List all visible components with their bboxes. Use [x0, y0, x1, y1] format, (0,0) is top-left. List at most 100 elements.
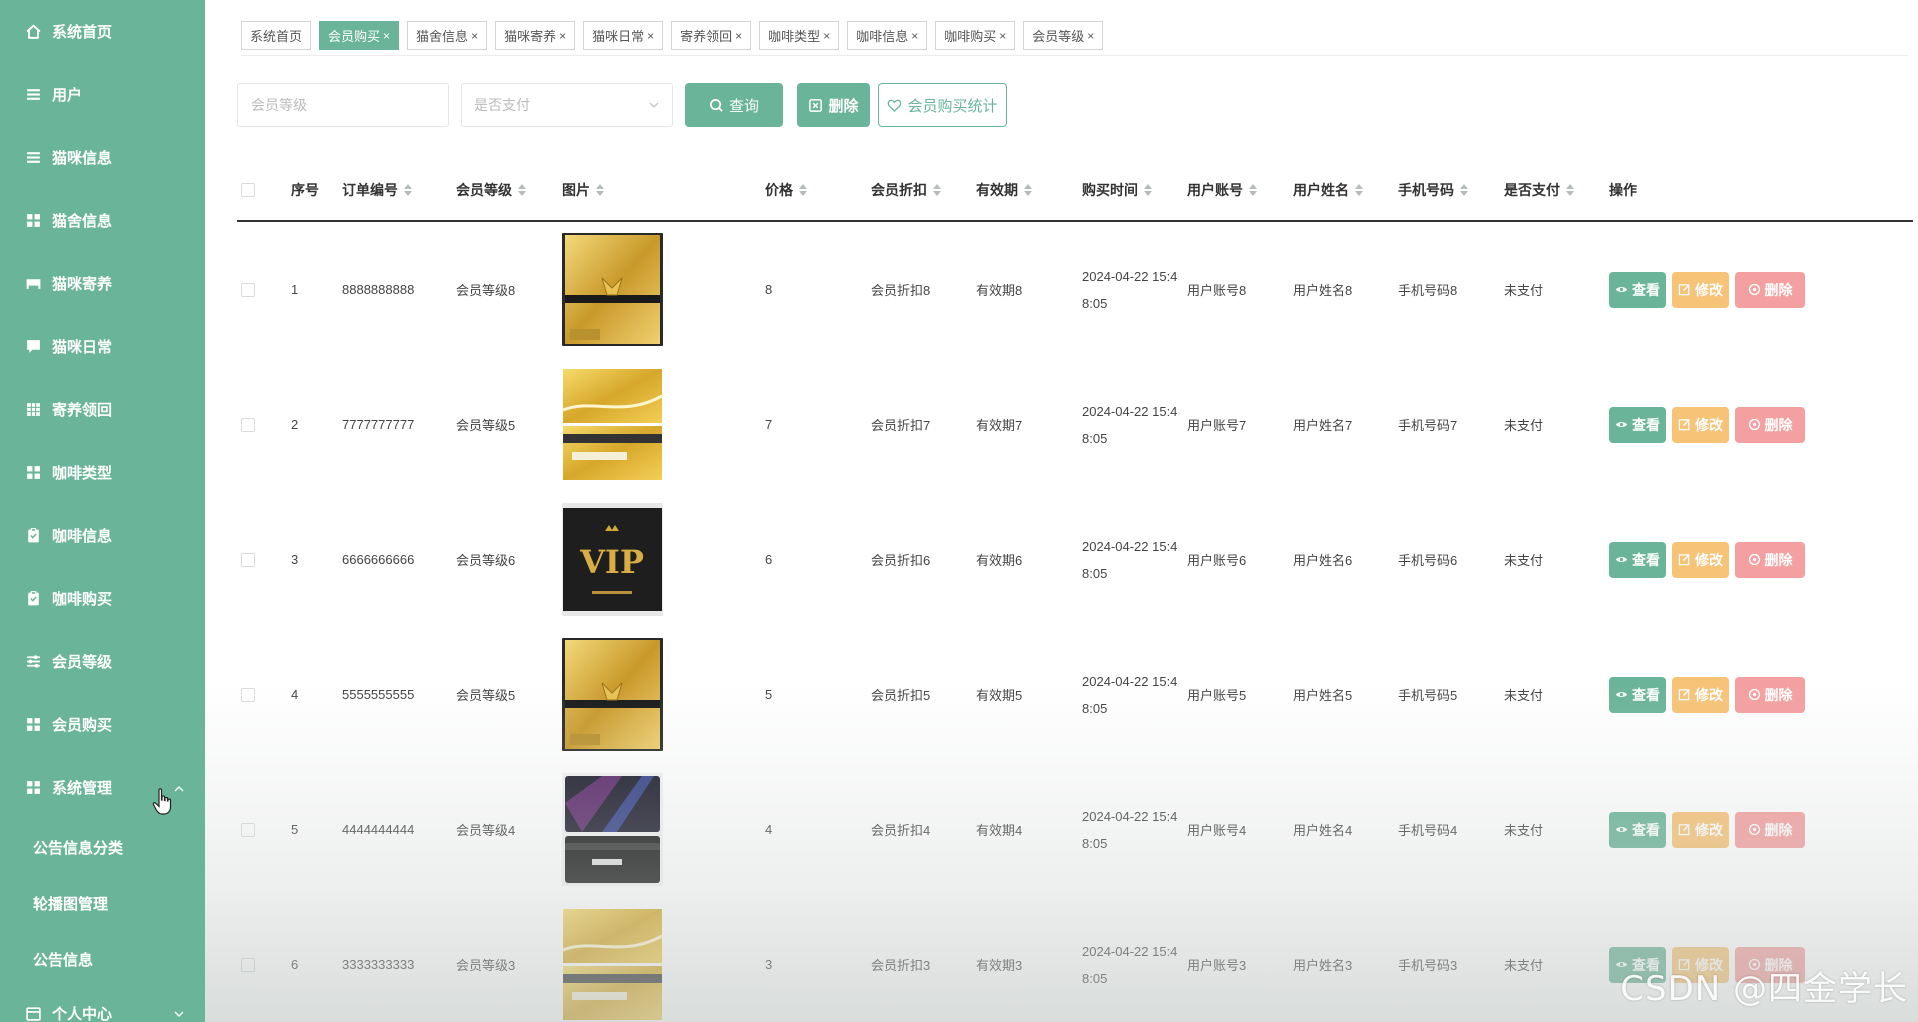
column-header[interactable]: 手机号码 — [1398, 180, 1504, 200]
tab-6[interactable]: 咖啡类型 × — [759, 21, 840, 50]
table-cell — [562, 368, 765, 481]
row-checkbox[interactable] — [237, 552, 291, 567]
sidebar-item-10[interactable]: 会员等级 — [0, 630, 205, 693]
sidebar-item-7[interactable]: 咖啡类型 — [0, 441, 205, 504]
tab-9[interactable]: 会员等级 × — [1023, 21, 1104, 50]
card-image[interactable] — [562, 908, 663, 1021]
sort-caret-icon[interactable] — [596, 184, 604, 196]
sidebar-item-system[interactable]: 系统管理 — [0, 756, 205, 819]
sidebar-item-6[interactable]: 寄养领回 — [0, 378, 205, 441]
sort-caret-icon[interactable] — [404, 184, 412, 196]
sort-caret-icon[interactable] — [1460, 184, 1468, 196]
tab-5[interactable]: 寄养领回 × — [671, 21, 752, 50]
card-image[interactable] — [562, 773, 663, 886]
column-header[interactable]: 有效期 — [976, 180, 1082, 200]
tab-3[interactable]: 猫咪寄养 × — [495, 21, 576, 50]
column-header[interactable]: 用户姓名 — [1293, 180, 1398, 200]
is-paid-select[interactable]: 是否支付 — [461, 83, 673, 127]
view-button[interactable]: 查看 — [1609, 676, 1666, 713]
row-checkbox[interactable] — [237, 687, 291, 702]
column-header[interactable]: 价格 — [765, 180, 871, 200]
table-cell: 手机号码3 — [1398, 958, 1458, 973]
sort-caret-icon[interactable] — [1024, 184, 1032, 196]
tab-4[interactable]: 猫咪日常 × — [583, 21, 664, 50]
sort-caret-icon[interactable] — [1249, 184, 1257, 196]
submenu-item-2[interactable]: 公告信息 — [0, 931, 205, 987]
sidebar-item-5[interactable]: 猫咪日常 — [0, 315, 205, 378]
edit-button[interactable]: 修改 — [1672, 406, 1729, 443]
edit-button[interactable]: 修改 — [1672, 811, 1729, 848]
close-icon[interactable]: × — [471, 29, 478, 43]
edit-button[interactable]: 修改 — [1672, 676, 1729, 713]
close-icon[interactable]: × — [999, 29, 1006, 43]
batch-delete-button[interactable]: 删除 — [797, 83, 870, 127]
sidebar-item-9[interactable]: 咖啡购买 — [0, 567, 205, 630]
table-cell: 用户姓名6 — [1293, 553, 1353, 568]
query-button[interactable]: 查询 — [685, 83, 783, 127]
card-image[interactable] — [562, 638, 663, 751]
sidebar-item-personal[interactable]: 个人中心 — [0, 987, 205, 1022]
delete-button[interactable]: 删除 — [1735, 271, 1805, 308]
column-header[interactable]: 用户账号 — [1187, 180, 1293, 200]
close-icon[interactable]: × — [823, 29, 830, 43]
column-header[interactable]: 序号 — [291, 180, 342, 200]
sidebar-item-1[interactable]: 用户 — [0, 63, 205, 126]
delete-button[interactable]: 删除 — [1735, 541, 1805, 578]
column-header[interactable]: 订单编号 — [342, 180, 456, 200]
tab-1[interactable]: 会员购买 × — [319, 21, 400, 50]
submenu-item-0[interactable]: 公告信息分类 — [0, 819, 205, 875]
row-checkbox[interactable] — [237, 282, 291, 297]
select-all-checkbox[interactable] — [237, 183, 291, 197]
close-icon[interactable]: × — [911, 29, 918, 43]
edit-button[interactable]: 修改 — [1672, 271, 1729, 308]
column-header[interactable]: 会员折扣 — [871, 180, 976, 200]
table-cell: 未支付 — [1504, 553, 1544, 568]
close-icon[interactable]: × — [383, 29, 390, 43]
delete-button[interactable]: 删除 — [1735, 406, 1805, 443]
sort-caret-icon[interactable] — [1355, 184, 1363, 196]
card-image[interactable]: VIP — [562, 503, 663, 616]
submenu-item-1[interactable]: 轮播图管理 — [0, 875, 205, 931]
column-header[interactable]: 购买时间 — [1082, 180, 1187, 200]
column-header[interactable]: 图片 — [562, 180, 765, 200]
sidebar-item-0[interactable]: 系统首页 — [0, 0, 205, 63]
sort-caret-icon[interactable] — [1566, 184, 1574, 196]
row-checkbox[interactable] — [237, 822, 291, 837]
tab-8[interactable]: 咖啡购买 × — [935, 21, 1016, 50]
card-image[interactable] — [562, 233, 663, 346]
view-button[interactable]: 查看 — [1609, 541, 1666, 578]
view-button[interactable]: 查看 — [1609, 811, 1666, 848]
table-cell — [562, 908, 765, 1021]
table-cell: 2024-04-22 15:4 8:05 — [1082, 263, 1187, 317]
sidebar-item-11[interactable]: 会员购买 — [0, 693, 205, 756]
sidebar-item-4[interactable]: 猫咪寄养 — [0, 252, 205, 315]
tab-0[interactable]: 系统首页 — [241, 21, 312, 50]
sidebar-item-3[interactable]: 猫舍信息 — [0, 189, 205, 252]
column-header[interactable]: 会员等级 — [456, 180, 562, 200]
sort-caret-icon[interactable] — [1144, 184, 1152, 196]
sidebar-item-8[interactable]: 咖啡信息 — [0, 504, 205, 567]
purchase-stats-label: 会员购买统计 — [907, 97, 998, 115]
view-button[interactable]: 查看 — [1609, 406, 1666, 443]
close-icon[interactable]: × — [735, 29, 742, 43]
row-checkbox[interactable] — [237, 957, 291, 972]
tab-2[interactable]: 猫舍信息 × — [407, 21, 488, 50]
sort-caret-icon[interactable] — [799, 184, 807, 196]
delete-button[interactable]: 删除 — [1735, 811, 1805, 848]
sort-caret-icon[interactable] — [518, 184, 526, 196]
close-icon[interactable]: × — [647, 29, 654, 43]
row-checkbox[interactable] — [237, 417, 291, 432]
close-icon[interactable]: × — [1087, 29, 1094, 43]
tab-7[interactable]: 咖啡信息 × — [847, 21, 928, 50]
sidebar-item-2[interactable]: 猫咪信息 — [0, 126, 205, 189]
view-button[interactable]: 查看 — [1609, 271, 1666, 308]
edit-button[interactable]: 修改 — [1672, 541, 1729, 578]
member-level-input[interactable]: 会员等级 — [237, 83, 449, 127]
sort-caret-icon[interactable] — [933, 184, 941, 196]
purchase-stats-button[interactable]: 会员购买统计 — [878, 83, 1007, 127]
column-header[interactable]: 是否支付 — [1504, 180, 1609, 200]
close-icon[interactable]: × — [559, 29, 566, 43]
delete-button[interactable]: 删除 — [1735, 676, 1805, 713]
eye-icon — [1615, 692, 1628, 697]
card-image[interactable] — [562, 368, 663, 481]
